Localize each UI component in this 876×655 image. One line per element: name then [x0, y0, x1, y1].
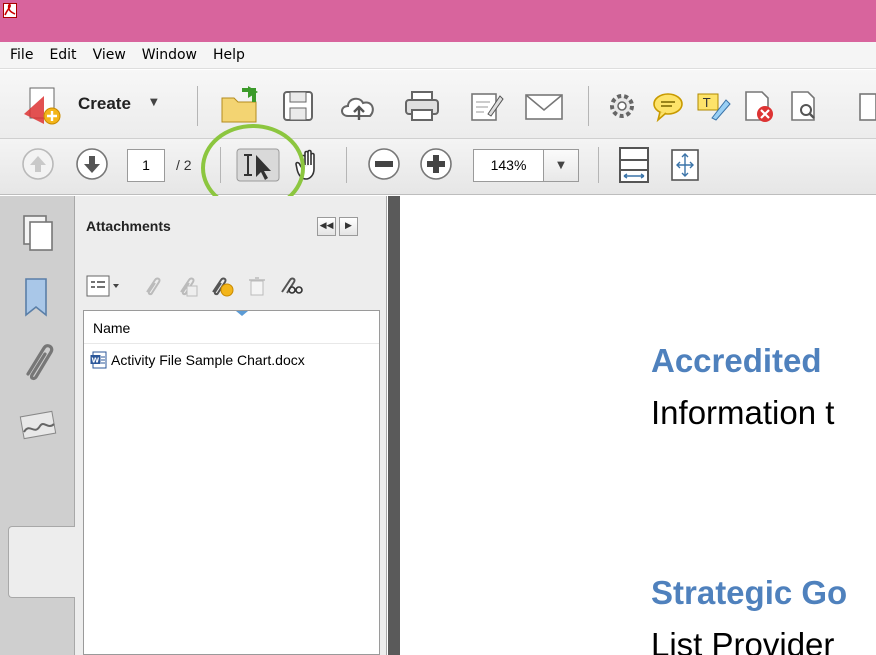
search-document-icon[interactable] — [786, 88, 822, 124]
next-page-icon[interactable] — [74, 146, 110, 182]
document-text-list-provider: List Provider — [651, 626, 835, 655]
word-doc-icon: W — [90, 351, 107, 369]
attachment-file-name: Activity File Sample Chart.docx — [111, 352, 305, 368]
search-attachments-icon[interactable] — [279, 274, 305, 298]
comment-icon[interactable] — [650, 88, 686, 124]
header-divider — [84, 343, 379, 344]
toolbar-divider — [598, 147, 599, 183]
title-bar — [0, 0, 876, 42]
create-dropdown-caret[interactable]: ▼ — [150, 97, 158, 108]
email-icon[interactable] — [522, 86, 566, 126]
menu-help[interactable]: Help — [205, 42, 253, 69]
gear-icon[interactable] — [604, 88, 640, 124]
menu-bar: File Edit View Window Help — [0, 42, 876, 69]
cloud-upload-icon[interactable] — [338, 86, 380, 126]
open-folder-icon[interactable] — [218, 86, 262, 126]
open-attachment-icon[interactable] — [141, 274, 165, 298]
toolbar-divider — [588, 86, 589, 126]
menu-edit[interactable]: Edit — [41, 42, 84, 69]
svg-text:T: T — [702, 96, 711, 110]
menu-window[interactable]: Window — [134, 42, 205, 69]
toolbar-divider — [197, 86, 198, 126]
toolbar-divider — [346, 147, 347, 183]
sort-indicator-icon[interactable] — [236, 311, 248, 316]
previous-page-icon[interactable] — [20, 146, 56, 182]
document-text-information: Information t — [651, 394, 835, 431]
menu-view[interactable]: View — [85, 42, 134, 69]
attachments-list: Name W Activity File Sample Chart.docx — [83, 310, 380, 655]
page-thumbnails-icon[interactable] — [10, 206, 66, 266]
signatures-icon[interactable] — [10, 402, 66, 462]
add-attachment-icon[interactable] — [209, 274, 235, 298]
zoom-level-select[interactable]: 143% ▼ — [473, 149, 579, 182]
overflow-tool-icon[interactable] — [832, 88, 876, 124]
create-button[interactable]: Create — [78, 94, 131, 114]
zoom-level-value[interactable]: 143% — [474, 150, 544, 181]
menu-file[interactable]: File — [2, 42, 41, 69]
document-gutter — [388, 196, 400, 655]
name-column-header[interactable]: Name — [93, 320, 130, 336]
collapse-panel-button[interactable]: ◀◀ — [317, 217, 336, 236]
zoom-out-icon[interactable] — [366, 146, 402, 182]
attachments-paperclip-icon[interactable] — [10, 334, 66, 394]
save-attachment-icon[interactable] — [175, 274, 199, 298]
save-icon[interactable] — [280, 86, 316, 126]
document-heading-strategic: Strategic Go — [651, 574, 848, 611]
attachments-tab-background — [8, 526, 76, 598]
delete-attachment-icon[interactable] — [245, 274, 269, 298]
acrobat-app-icon[interactable] — [3, 3, 17, 18]
page-number-input[interactable]: 1 — [127, 149, 165, 182]
fit-page-width-icon[interactable] — [616, 146, 652, 184]
edit-document-icon[interactable] — [466, 86, 506, 126]
attachments-panel-title: Attachments — [86, 218, 171, 234]
document-heading-accredited: Accredited — [651, 342, 822, 379]
delete-pdf-icon[interactable] — [740, 88, 776, 124]
fit-full-page-icon[interactable] — [668, 146, 702, 184]
document-page[interactable]: Accredited Information t Strategic Go Li… — [400, 196, 876, 655]
bookmarks-icon[interactable] — [10, 271, 66, 331]
list-item[interactable]: W Activity File Sample Chart.docx — [90, 349, 305, 371]
zoom-dropdown-caret[interactable]: ▼ — [544, 150, 578, 181]
attachment-options-icon[interactable] — [85, 274, 125, 298]
page-total-label: / 2 — [176, 157, 192, 173]
attachments-panel: Attachments ◀◀ ▶ Name W Activity File Sa… — [75, 196, 387, 655]
svg-text:W: W — [92, 357, 100, 365]
print-icon[interactable] — [402, 86, 442, 126]
create-pdf-icon[interactable] — [22, 84, 66, 128]
navigation-pane-strip — [0, 196, 76, 655]
expand-panel-button[interactable]: ▶ — [339, 217, 358, 236]
zoom-in-icon[interactable] — [418, 146, 454, 182]
highlight-text-icon[interactable]: T — [694, 88, 732, 124]
